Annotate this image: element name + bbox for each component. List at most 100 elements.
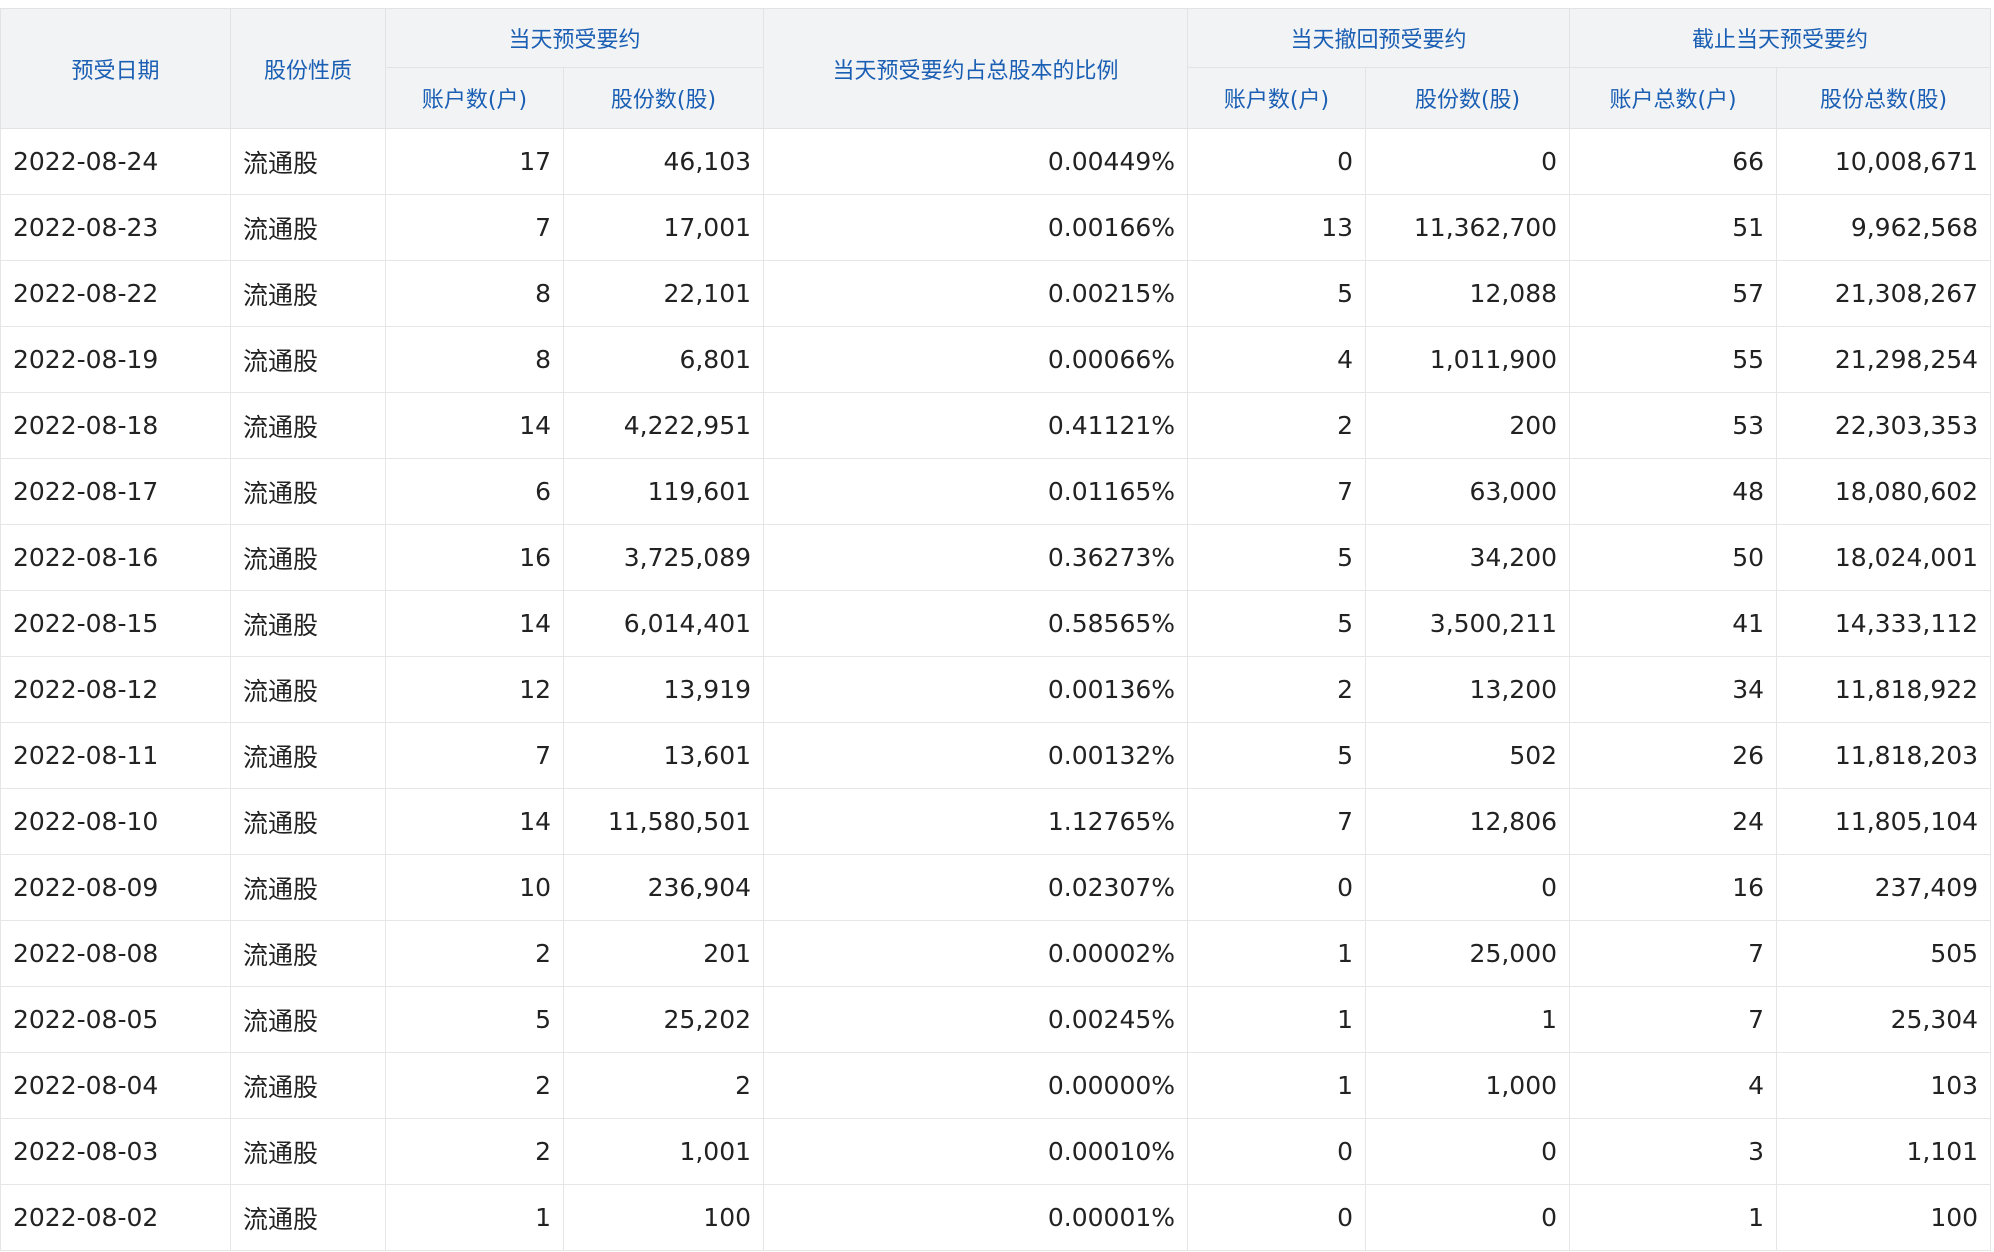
cell-withdraw-shares: 0 (1365, 128, 1571, 195)
cell-withdraw-accounts: 7 (1187, 458, 1367, 525)
cell-accept-accounts: 14 (385, 392, 564, 459)
cell-withdraw-shares: 0 (1365, 854, 1571, 921)
cell-share-type: 流通股 (230, 854, 386, 921)
cell-total-accounts: 34 (1569, 656, 1778, 723)
cell-ratio: 0.00166% (763, 194, 1189, 261)
cell-withdraw-shares: 12,806 (1365, 788, 1571, 855)
cell-total-accounts: 50 (1569, 524, 1778, 591)
cell-accept-accounts: 5 (385, 986, 564, 1053)
cell-ratio: 0.41121% (763, 392, 1189, 459)
cell-total-accounts: 4 (1569, 1052, 1778, 1119)
cell-accept-shares: 4,222,951 (562, 392, 765, 459)
cell-total-shares: 11,818,922 (1776, 656, 1992, 723)
cell-total-shares: 505 (1776, 920, 1992, 987)
cell-share-type: 流通股 (230, 194, 386, 261)
cell-date: 2022-08-19 (0, 326, 231, 393)
cell-total-accounts: 55 (1569, 326, 1778, 393)
cell-accept-accounts: 12 (385, 656, 564, 723)
header-row-top: 预受日期 股份性质 当天预受要约 当天预受要约占总股本的比例 当天撤回预受要约 … (0, 8, 1992, 129)
cell-accept-shares: 119,601 (562, 458, 765, 525)
cell-accept-shares: 201 (562, 920, 765, 987)
cell-ratio: 0.00002% (763, 920, 1189, 987)
cell-accept-accounts: 6 (385, 458, 564, 525)
cell-total-accounts: 7 (1569, 986, 1778, 1053)
cell-accept-accounts: 14 (385, 590, 564, 657)
cell-total-accounts: 7 (1569, 920, 1778, 987)
cell-withdraw-accounts: 2 (1187, 392, 1367, 459)
cell-ratio: 0.01165% (763, 458, 1189, 525)
cell-date: 2022-08-08 (0, 920, 231, 987)
cell-withdraw-accounts: 0 (1187, 1118, 1367, 1185)
cell-total-accounts: 24 (1569, 788, 1778, 855)
table-row: 2022-08-23 流通股 7 17,001 0.00166% 13 11,362,700… (0, 194, 1992, 261)
cell-withdraw-shares: 0 (1365, 1118, 1571, 1185)
cell-withdraw-shares: 13,200 (1365, 656, 1571, 723)
tender-offer-table: 预受日期 股份性质 当天预受要约 当天预受要约占总股本的比例 当天撤回预受要约 … (0, 8, 1992, 1251)
cell-accept-accounts: 16 (385, 524, 564, 591)
cell-accept-accounts: 1 (385, 1184, 564, 1251)
cell-withdraw-accounts: 7 (1187, 788, 1367, 855)
cell-date: 2022-08-10 (0, 788, 231, 855)
cell-accept-shares: 2 (562, 1052, 765, 1119)
cell-date: 2022-08-04 (0, 1052, 231, 1119)
cell-withdraw-accounts: 1 (1187, 986, 1367, 1053)
header-cumulative: 截止当天预受要约 (1569, 8, 1992, 68)
table-row: 2022-08-11 流通股 7 13,601 0.00132% 5 502 26 11,818… (0, 722, 1992, 789)
cell-total-shares: 10,008,671 (1776, 128, 1992, 195)
cell-total-shares: 22,303,353 (1776, 392, 1992, 459)
cell-total-accounts: 16 (1569, 854, 1778, 921)
table-row: 2022-08-22 流通股 8 22,101 0.00215% 5 12,088 57 21,… (0, 260, 1992, 327)
cell-total-shares: 103 (1776, 1052, 1992, 1119)
cell-ratio: 0.00066% (763, 326, 1189, 393)
cell-accept-shares: 3,725,089 (562, 524, 765, 591)
table-row: 2022-08-02 流通股 1 100 0.00001% 0 0 1 100 (0, 1184, 1992, 1251)
cell-total-accounts: 53 (1569, 392, 1778, 459)
cell-date: 2022-08-18 (0, 392, 231, 459)
cell-accept-accounts: 7 (385, 722, 564, 789)
cell-withdraw-accounts: 5 (1187, 590, 1367, 657)
cell-ratio: 0.58565% (763, 590, 1189, 657)
cell-withdraw-accounts: 5 (1187, 722, 1367, 789)
cell-total-shares: 18,080,602 (1776, 458, 1992, 525)
cell-accept-accounts: 8 (385, 260, 564, 327)
header-ratio: 当天预受要约占总股本的比例 (763, 8, 1189, 129)
table-row: 2022-08-19 流通股 8 6,801 0.00066% 4 1,011,900 55 2… (0, 326, 1992, 393)
cell-accept-accounts: 2 (385, 1118, 564, 1185)
table-row: 2022-08-16 流通股 16 3,725,089 0.36273% 5 34,200 5… (0, 524, 1992, 591)
cell-total-accounts: 26 (1569, 722, 1778, 789)
cell-ratio: 0.36273% (763, 524, 1189, 591)
cell-date: 2022-08-11 (0, 722, 231, 789)
table-row: 2022-08-15 流通股 14 6,014,401 0.58565% 5 3,500,2… (0, 590, 1992, 657)
cell-total-shares: 21,308,267 (1776, 260, 1992, 327)
cell-total-shares: 100 (1776, 1184, 1992, 1251)
table-row: 2022-08-04 流通股 2 2 0.00000% 1 1,000 4 103 (0, 1052, 1992, 1119)
cell-accept-accounts: 7 (385, 194, 564, 261)
cell-ratio: 0.00449% (763, 128, 1189, 195)
cell-share-type: 流通股 (230, 524, 386, 591)
cell-ratio: 0.00010% (763, 1118, 1189, 1185)
cell-accept-shares: 236,904 (562, 854, 765, 921)
table-row: 2022-08-09 流通股 10 236,904 0.02307% 0 0 16 237,40… (0, 854, 1992, 921)
cell-accept-accounts: 2 (385, 920, 564, 987)
cell-withdraw-shares: 11,362,700 (1365, 194, 1571, 261)
cell-accept-accounts: 10 (385, 854, 564, 921)
cell-withdraw-shares: 3,500,211 (1365, 590, 1571, 657)
cell-share-type: 流通股 (230, 128, 386, 195)
cell-total-accounts: 57 (1569, 260, 1778, 327)
header-date: 预受日期 (0, 8, 231, 129)
cell-date: 2022-08-05 (0, 986, 231, 1053)
cell-total-shares: 14,333,112 (1776, 590, 1992, 657)
table-row: 2022-08-12 流通股 12 13,919 0.00136% 2 13,200 34 11… (0, 656, 1992, 723)
cell-withdraw-accounts: 5 (1187, 524, 1367, 591)
table-row: 2022-08-05 流通股 5 25,202 0.00245% 1 1 7 25,304 (0, 986, 1992, 1053)
header-share-type: 股份性质 (230, 8, 386, 129)
cell-accept-shares: 11,580,501 (562, 788, 765, 855)
cell-date: 2022-08-15 (0, 590, 231, 657)
cell-ratio: 0.00001% (763, 1184, 1189, 1251)
table-row: 2022-08-08 流通股 2 201 0.00002% 1 25,000 7 505 (0, 920, 1992, 987)
cell-date: 2022-08-09 (0, 854, 231, 921)
cell-accept-shares: 17,001 (562, 194, 765, 261)
cell-date: 2022-08-03 (0, 1118, 231, 1185)
cell-ratio: 0.02307% (763, 854, 1189, 921)
tender-offer-table-container: 预受日期 股份性质 当天预受要约 当天预受要约占总股本的比例 当天撤回预受要约 … (0, 0, 1994, 1251)
